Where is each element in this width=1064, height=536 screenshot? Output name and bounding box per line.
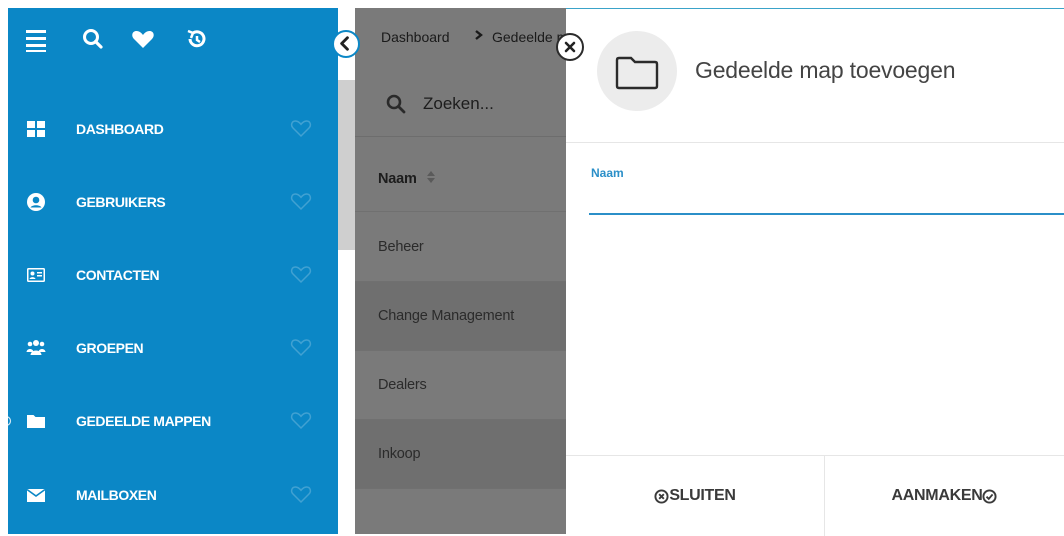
create-button[interactable]: AANMAKEN <box>825 456 1064 536</box>
list-panel: Dashboard Gedeelde mappen Zoeken... Naam… <box>355 8 566 534</box>
collapse-sidebar-button[interactable] <box>332 30 360 58</box>
row-name: Dealers <box>378 377 427 393</box>
dialog-footer: SLUITEN AANMAKEN <box>566 455 1064 536</box>
active-indicator-icon <box>0 414 12 427</box>
sidebar-item-label: GEBRUIKERS <box>76 194 166 210</box>
heart-icon[interactable] <box>290 336 312 358</box>
check-circle-icon <box>982 488 997 504</box>
naam-field-label: Naam <box>591 166 624 180</box>
table-row[interactable]: Change Management <box>355 282 566 351</box>
sidebar-item-gebruikers[interactable]: GEBRUIKERS <box>8 182 338 222</box>
divider <box>566 142 1064 143</box>
sidebar: DASHBOARD GEBRUIKERS CONTACTEN GROEPEN G… <box>0 8 338 534</box>
group-icon <box>26 338 46 358</box>
sidebar-item-label: CONTACTEN <box>76 267 160 283</box>
sidebar-item-mailboxen[interactable]: MAILBOXEN <box>8 475 338 515</box>
heart-icon[interactable] <box>290 263 312 285</box>
sort-icon[interactable] <box>426 170 436 189</box>
column-header-row: Naam <box>355 143 566 212</box>
heart-icon[interactable] <box>290 409 312 431</box>
breadcrumb: Dashboard Gedeelde mappen <box>355 8 566 68</box>
breadcrumb-separator-icon <box>473 28 485 45</box>
cancel-circle-icon <box>654 488 669 504</box>
sidebar-item-label: GEDEELDE MAPPEN <box>76 413 211 429</box>
sidebar-item-label: DASHBOARD <box>76 121 164 137</box>
table-row[interactable]: Inkoop <box>355 420 566 489</box>
add-shared-folder-dialog: Gedeelde map toevoegen Naam SLUITEN AANM… <box>566 8 1064 536</box>
folder-icon <box>615 56 659 90</box>
row-name: Inkoop <box>378 446 421 462</box>
close-dialog-button[interactable] <box>556 33 584 61</box>
history-icon[interactable] <box>184 26 210 52</box>
table-row[interactable]: Beheer <box>355 213 566 282</box>
sidebar-item-gedeelde-mappen[interactable]: GEDEELDE MAPPEN <box>0 401 338 441</box>
sidebar-scrollbar[interactable] <box>338 80 355 250</box>
heart-icon[interactable] <box>130 26 156 52</box>
row-name: Change Management <box>378 308 515 324</box>
column-header-naam[interactable]: Naam <box>378 171 417 187</box>
table-row[interactable] <box>355 489 566 534</box>
grid-icon <box>26 119 46 139</box>
search-bar[interactable]: Zoeken... <box>355 70 566 137</box>
sidebar-item-dashboard[interactable]: DASHBOARD <box>8 109 338 149</box>
search-input[interactable]: Zoeken... <box>423 94 494 114</box>
heart-icon[interactable] <box>290 117 312 139</box>
chevron-left-icon <box>340 36 349 51</box>
folder-icon <box>26 411 46 431</box>
search-icon <box>385 93 407 115</box>
search-icon[interactable] <box>80 26 106 52</box>
sidebar-item-groepen[interactable]: GROEPEN <box>8 328 338 368</box>
sidebar-item-contacten[interactable]: CONTACTEN <box>8 255 338 295</box>
sidebar-item-label: GROEPEN <box>76 340 144 356</box>
table-row[interactable]: Dealers <box>355 351 566 420</box>
contact-card-icon <box>26 265 46 285</box>
menu-icon[interactable] <box>24 26 50 52</box>
dialog-title: Gedeelde map toevoegen <box>695 57 956 83</box>
close-button[interactable]: SLUITEN <box>566 456 824 536</box>
close-button-label: SLUITEN <box>669 487 736 504</box>
naam-input[interactable] <box>589 185 1064 215</box>
heart-icon[interactable] <box>290 190 312 212</box>
sidebar-item-label: MAILBOXEN <box>76 487 157 503</box>
breadcrumb-home[interactable]: Dashboard <box>381 29 450 45</box>
row-name: Beheer <box>378 239 424 255</box>
folder-avatar <box>597 31 677 111</box>
user-circle-icon <box>26 192 46 212</box>
breadcrumb-current[interactable]: Gedeelde mappen <box>492 29 566 45</box>
heart-icon[interactable] <box>290 483 312 505</box>
envelope-icon <box>26 485 46 505</box>
close-icon <box>564 41 576 53</box>
create-button-label: AANMAKEN <box>891 487 983 504</box>
